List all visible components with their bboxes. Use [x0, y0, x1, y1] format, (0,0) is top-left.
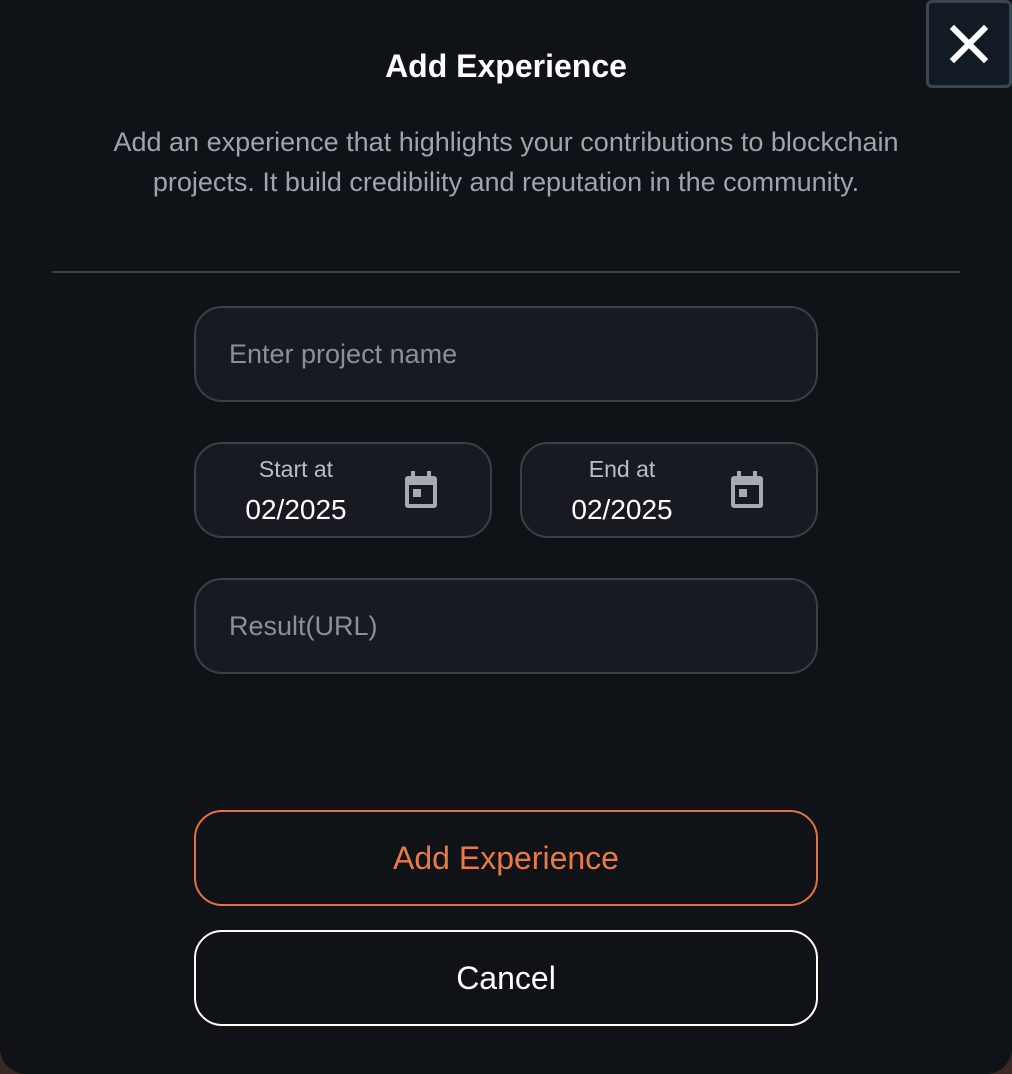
- calendar-icon[interactable]: [728, 470, 766, 510]
- project-name-input[interactable]: [196, 308, 816, 400]
- cancel-button[interactable]: Cancel: [194, 930, 818, 1026]
- project-name-field: [194, 306, 818, 402]
- start-date-label: Start at: [258, 456, 334, 482]
- dialog-title: Add Experience: [385, 48, 627, 84]
- end-date-value: 02/2025: [571, 494, 673, 525]
- end-date-picker[interactable]: End at 02/2025: [520, 442, 818, 538]
- start-date-value: 02/2025: [245, 494, 347, 525]
- calendar-icon[interactable]: [402, 470, 440, 510]
- result-url-field: [194, 578, 818, 674]
- add-experience-button[interactable]: Add Experience: [194, 810, 818, 906]
- add-experience-dialog: Add Experience Add an experience that hi…: [0, 0, 1012, 1074]
- divider: [52, 271, 960, 273]
- result-url-input[interactable]: [196, 580, 816, 672]
- end-date-label: End at: [588, 456, 656, 482]
- dialog-description: Add an experience that highlights your c…: [113, 127, 899, 197]
- start-date-picker[interactable]: Start at 02/2025: [194, 442, 492, 538]
